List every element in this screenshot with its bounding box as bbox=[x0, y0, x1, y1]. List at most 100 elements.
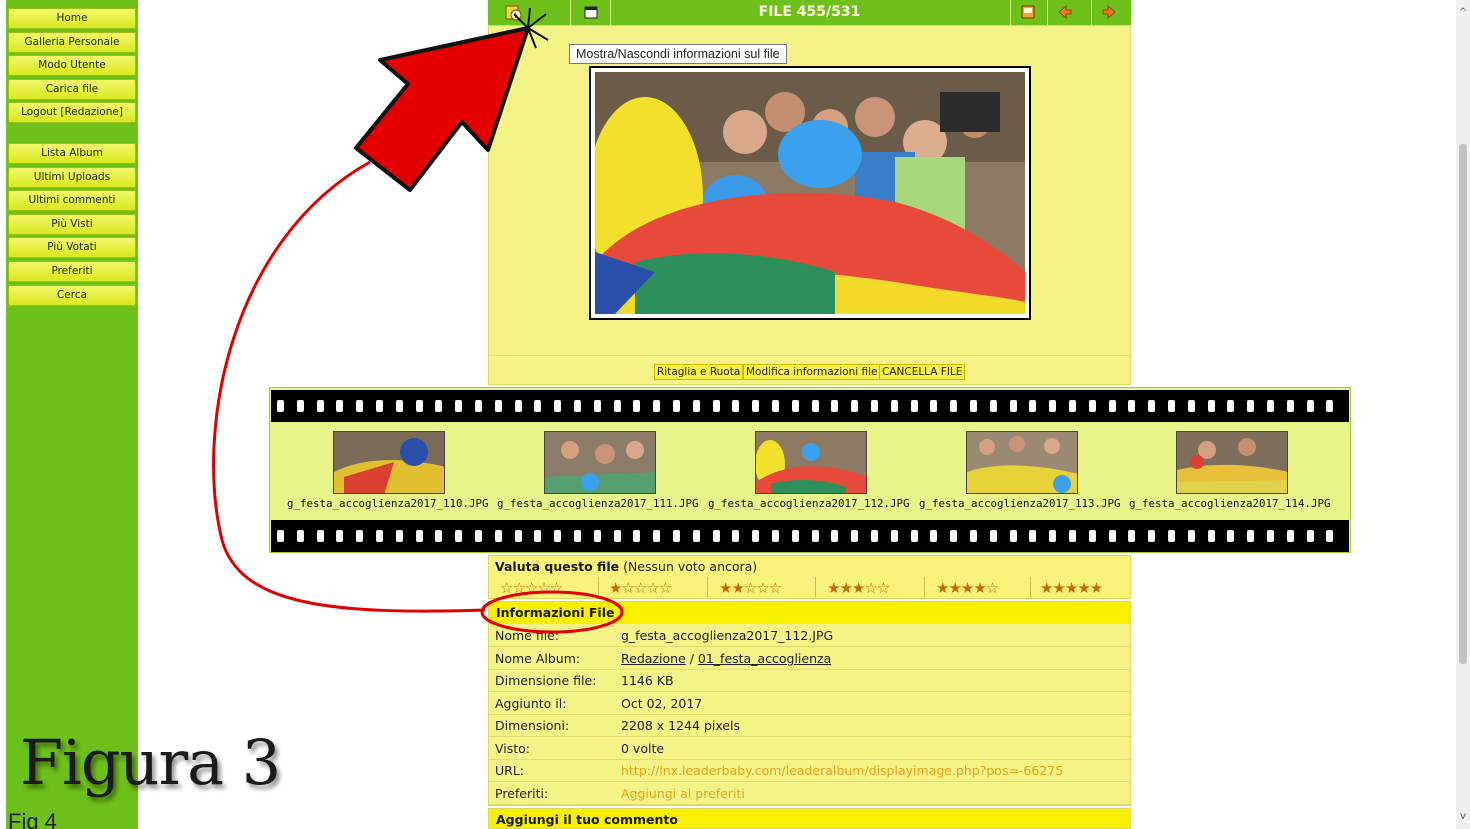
tooltip: Mostra/Nascondi informazioni sul file bbox=[569, 44, 787, 64]
thumbnail-111[interactable] bbox=[544, 431, 656, 494]
thumbnail-114[interactable] bbox=[1176, 431, 1288, 494]
print-icon[interactable] bbox=[1019, 3, 1037, 21]
info-label: Dimensioni: bbox=[495, 718, 570, 733]
film-sprocket-hole bbox=[1108, 530, 1116, 542]
rate-2-stars[interactable]: ★★☆☆☆ bbox=[719, 578, 782, 598]
film-sprocket-hole bbox=[1286, 530, 1294, 542]
film-sprocket-hole bbox=[1069, 400, 1076, 412]
info-value: Redazione / 01_festa_accoglienza bbox=[621, 651, 831, 666]
scroll-thumb[interactable] bbox=[1459, 144, 1467, 664]
film-sprocket-hole bbox=[752, 400, 760, 412]
film-sprocket-hole bbox=[1207, 530, 1215, 542]
film-sprocket-hole bbox=[1227, 530, 1235, 542]
thumbnail-113[interactable] bbox=[966, 431, 1078, 494]
film-sprocket-hole bbox=[1267, 400, 1274, 412]
info-label: Nome Album: bbox=[495, 651, 581, 666]
film-sprocket-hole bbox=[395, 530, 403, 542]
nav-piu-votati[interactable]: Più Votati bbox=[8, 237, 136, 258]
film-sprocket-hole bbox=[356, 400, 364, 412]
info-row-album: Nome Album: Redazione / 01_festa_accogli… bbox=[489, 648, 1130, 670]
nav-logout[interactable]: Logout [Redazione] bbox=[8, 102, 136, 123]
film-sprocket-hole bbox=[732, 400, 740, 412]
film-sprocket-hole bbox=[435, 530, 443, 542]
thumbnail-112[interactable] bbox=[755, 431, 867, 494]
film-sprocket-hole bbox=[851, 400, 859, 412]
album-parent-link[interactable]: Redazione bbox=[621, 651, 686, 666]
thumbnail-110[interactable] bbox=[333, 431, 445, 494]
url-link[interactable]: http://lnx.leaderbaby.com/leaderalbum/di… bbox=[621, 763, 1063, 778]
rate-5-stars[interactable]: ★★★★★ bbox=[1040, 578, 1103, 598]
file-info-header[interactable]: Informazioni File bbox=[489, 602, 1130, 624]
film-sprocket-hole bbox=[534, 530, 542, 542]
film-sprocket-hole bbox=[534, 400, 542, 412]
album-link[interactable]: 01_festa_accoglienza bbox=[698, 651, 831, 666]
thumbnail-label-110[interactable]: g_festa_accoglienza2017_110.JPG bbox=[287, 497, 489, 510]
film-sprocket-hole bbox=[554, 530, 562, 542]
rate-0-stars[interactable]: ☆☆☆☆☆ bbox=[500, 578, 563, 598]
rate-1-star[interactable]: ★☆☆☆☆ bbox=[609, 578, 672, 598]
nav-home[interactable]: Home bbox=[8, 8, 136, 29]
nav-ultimi-commenti[interactable]: Ultimi commenti bbox=[8, 190, 136, 211]
nav-modo-utente[interactable]: Modo Utente bbox=[8, 55, 136, 76]
main-photo[interactable] bbox=[595, 72, 1025, 314]
film-sprocket-hole bbox=[336, 530, 344, 542]
film-sprocket-hole bbox=[574, 530, 581, 542]
film-sprocket-hole bbox=[1326, 530, 1334, 542]
nav-lista-album[interactable]: Lista Album bbox=[8, 143, 136, 164]
film-sprocket-hole bbox=[692, 530, 700, 542]
nav-ultimi-uploads[interactable]: Ultimi Uploads bbox=[8, 167, 136, 188]
edit-file-info-button[interactable]: Modifica informazioni file bbox=[743, 364, 881, 380]
page-scrollbar[interactable]: ^ v bbox=[1456, 0, 1470, 829]
film-sprocket-hole bbox=[811, 530, 819, 542]
nav-cerca[interactable]: Cerca bbox=[8, 285, 136, 306]
film-sprocket-hole bbox=[1069, 530, 1076, 542]
delete-file-button[interactable]: CANCELLA FILE bbox=[879, 364, 966, 380]
film-sprocket-hole bbox=[871, 400, 878, 412]
add-favorite-link[interactable]: Aggiungi ai preferiti bbox=[621, 786, 745, 801]
thumbnail-label-113[interactable]: g_festa_accoglienza2017_113.JPG bbox=[919, 497, 1121, 510]
rating-divider bbox=[598, 577, 599, 598]
album-separator: / bbox=[685, 651, 698, 666]
film-sprocket-hole bbox=[1128, 400, 1136, 412]
film-sprocket-hole bbox=[415, 530, 423, 542]
nav-piu-visti[interactable]: Più Visti bbox=[8, 214, 136, 235]
thumbnail-label-112[interactable]: g_festa_accoglienza2017_112.JPG bbox=[708, 497, 910, 510]
rate-4-stars[interactable]: ★★★★☆ bbox=[936, 578, 999, 598]
film-sprocket-hole bbox=[494, 400, 502, 412]
film-sprocket-hole bbox=[831, 530, 839, 542]
nav-carica-file[interactable]: Carica file bbox=[8, 79, 136, 100]
film-sprocket-hole bbox=[1049, 400, 1057, 412]
scroll-down-icon[interactable]: v bbox=[1458, 812, 1468, 822]
info-row-filesize: Dimensione file: 1146 KB bbox=[489, 670, 1130, 692]
rating-divider bbox=[815, 577, 816, 598]
film-sprocket-hole bbox=[1168, 400, 1175, 412]
film-border-bottom bbox=[271, 520, 1349, 552]
film-sprocket-hole bbox=[1108, 400, 1116, 412]
crop-rotate-button[interactable]: Ritaglia e Ruota bbox=[654, 364, 744, 380]
info-label: Aggiunto il: bbox=[495, 696, 567, 711]
thumbnail-label-111[interactable]: g_festa_accoglienza2017_111.JPG bbox=[497, 497, 699, 510]
film-sprocket-hole bbox=[376, 530, 383, 542]
scroll-up-icon[interactable]: ^ bbox=[1458, 8, 1468, 18]
nav-galleria-personale[interactable]: Galleria Personale bbox=[8, 32, 136, 53]
info-label: Dimensione file: bbox=[495, 673, 597, 688]
film-sprocket-hole bbox=[296, 530, 304, 542]
film-sprocket-hole bbox=[1128, 530, 1136, 542]
thumbnail-label-114[interactable]: g_festa_accoglienza2017_114.JPG bbox=[1129, 497, 1331, 510]
add-comment-header[interactable]: Aggiungi il tuo commento bbox=[488, 808, 1131, 829]
film-sprocket-hole bbox=[752, 530, 760, 542]
rate-3-stars[interactable]: ★★★☆☆ bbox=[827, 578, 890, 598]
film-sprocket-hole bbox=[1148, 400, 1156, 412]
film-sprocket-hole bbox=[1088, 530, 1096, 542]
nav-preferiti[interactable]: Preferiti bbox=[8, 261, 136, 282]
info-value: 1146 KB bbox=[621, 673, 674, 688]
next-icon[interactable] bbox=[1100, 3, 1118, 21]
film-sprocket-hole bbox=[613, 530, 621, 542]
film-sprocket-hole bbox=[1029, 400, 1037, 412]
film-sprocket-hole bbox=[871, 530, 878, 542]
info-label: Preferiti: bbox=[495, 786, 549, 801]
film-sprocket-hole bbox=[1049, 530, 1057, 542]
film-sprocket-hole bbox=[1207, 400, 1215, 412]
rating-label: Valuta questo file bbox=[495, 559, 620, 574]
prev-icon[interactable] bbox=[1056, 3, 1074, 21]
